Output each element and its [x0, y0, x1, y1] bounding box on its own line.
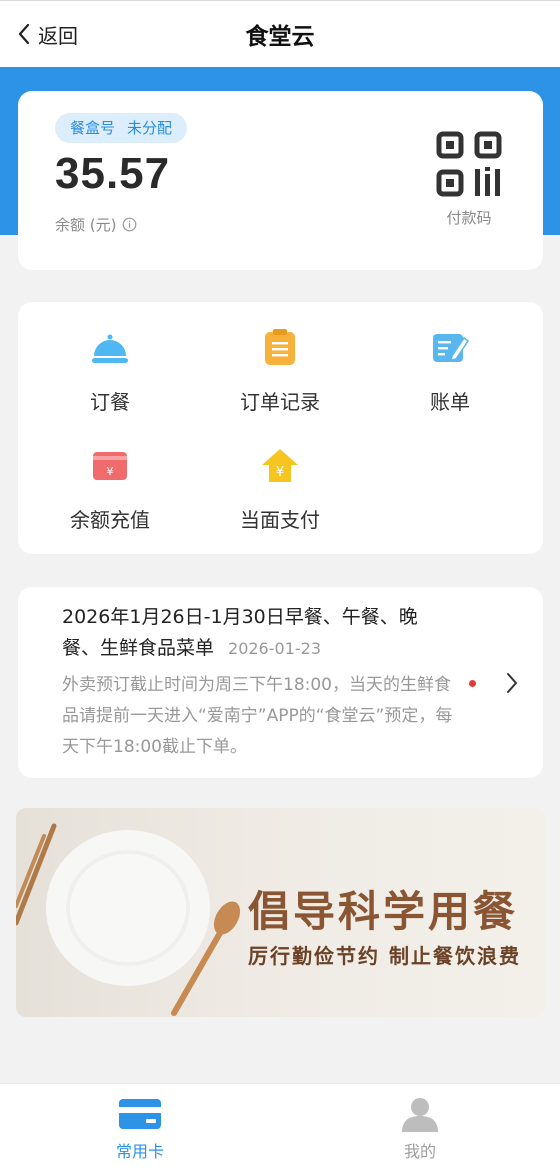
menu-item-label: 余额充值: [70, 508, 150, 532]
in-person-pay-button[interactable]: ¥ 当面支付: [205, 446, 355, 533]
payment-code-label: 付款码: [446, 209, 492, 227]
balance-amount: 35.57: [55, 149, 171, 198]
recharge-card-icon: ¥: [93, 452, 127, 480]
banner-subtitle: 厉行勤俭节约 制止餐饮浪费: [248, 944, 521, 968]
bill-edit-icon: [433, 334, 470, 362]
lunchbox-badge: 餐盒号 未分配: [55, 113, 188, 143]
unread-dot: [469, 680, 476, 687]
order-history-button[interactable]: 订单记录: [205, 328, 355, 415]
svg-text:¥: ¥: [107, 465, 114, 478]
bill-button[interactable]: 账单: [375, 328, 525, 415]
notice-body: 外卖预订截止时间为周三下午18:00，当天的生鲜食品请提前一天进入“爱南宁”AP…: [62, 675, 453, 757]
badge-value: 未分配: [127, 119, 173, 137]
info-icon[interactable]: [122, 217, 137, 232]
tab-mine[interactable]: 我的: [370, 1096, 470, 1162]
tab-label: 我的: [403, 1142, 436, 1161]
badge-label: 餐盒号: [70, 119, 116, 137]
house-yuan-icon: ¥: [262, 449, 298, 482]
clipboard-icon: [265, 329, 295, 365]
cloche-icon: [92, 334, 128, 363]
balance-card: 餐盒号 未分配 35.57 余额 (元) 付款码: [18, 91, 543, 270]
menu-item-label: 账单: [430, 390, 470, 414]
payment-code-button[interactable]: 付款码: [432, 129, 506, 228]
chevron-right-icon[interactable]: [505, 671, 519, 695]
menu-item-label: 当面支付: [240, 508, 320, 532]
svg-text:¥: ¥: [276, 465, 284, 480]
promo-banner[interactable]: 倡导科学用餐 厉行勤俭节约 制止餐饮浪费: [16, 808, 545, 1017]
bottom-tab-bar: 常用卡 我的: [0, 1083, 560, 1173]
card-icon: [119, 1099, 161, 1129]
plate-chopsticks-spoon-image: [16, 823, 241, 1016]
banner-title: 倡导科学用餐: [248, 887, 519, 936]
nav-header: 返回 食堂云: [0, 0, 560, 67]
menu-item-label: 订单记录: [240, 390, 320, 414]
recharge-button[interactable]: ¥ 余额充值: [35, 446, 185, 533]
person-icon: [402, 1098, 438, 1132]
function-grid: 订餐 订单记录 账单 ¥ 余额充值 ¥ 当面支付: [18, 302, 543, 554]
balance-label: 余额 (元): [55, 216, 117, 234]
balance-label-row: 余额 (元): [55, 214, 137, 235]
notice-card[interactable]: 2026年1月26日-1月30日早餐、午餐、晚餐、生鲜食品菜单 2026-01-2…: [18, 587, 543, 778]
page-title: 食堂云: [245, 24, 315, 50]
tab-label: 常用卡: [115, 1142, 164, 1161]
notice-date: 2026-01-23: [228, 639, 321, 658]
qr-code-icon: [436, 131, 502, 197]
order-meal-button[interactable]: 订餐: [35, 328, 185, 415]
menu-item-label: 订餐: [90, 390, 130, 414]
tab-card[interactable]: 常用卡: [90, 1096, 190, 1162]
notice-title: 2026年1月26日-1月30日早餐、午餐、晚餐、生鲜食品菜单 2026-01-2…: [62, 602, 442, 664]
